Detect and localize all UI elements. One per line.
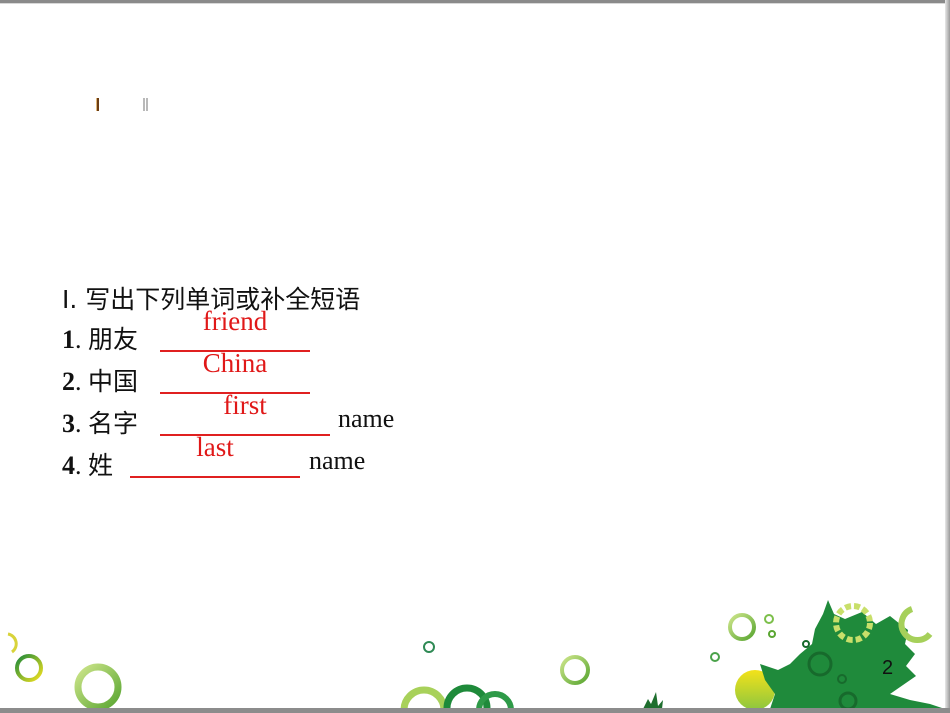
ring-arc-icon [7,632,18,654]
slide: Ⅰ. 写出下列单词或补全短语 1. 朋友 friend 2. 中国 China … [0,3,945,709]
ring-icon [423,641,435,653]
ring-icon [560,655,590,685]
window-right-edge [945,0,950,713]
ring-icon [802,640,810,648]
page-number: 2 [882,657,894,679]
ring-icon [764,614,774,624]
ring-icon [768,630,776,638]
ring-icon [710,652,720,662]
leaf-tip-icon [643,692,663,709]
ring-icon [15,654,43,682]
ring-icon [400,686,448,709]
decorative-footer-art [7,600,945,709]
ring-arc-icon [898,606,933,643]
ring-icon [728,613,756,641]
ring-icon [74,663,122,709]
window-bottom-edge [0,708,950,713]
